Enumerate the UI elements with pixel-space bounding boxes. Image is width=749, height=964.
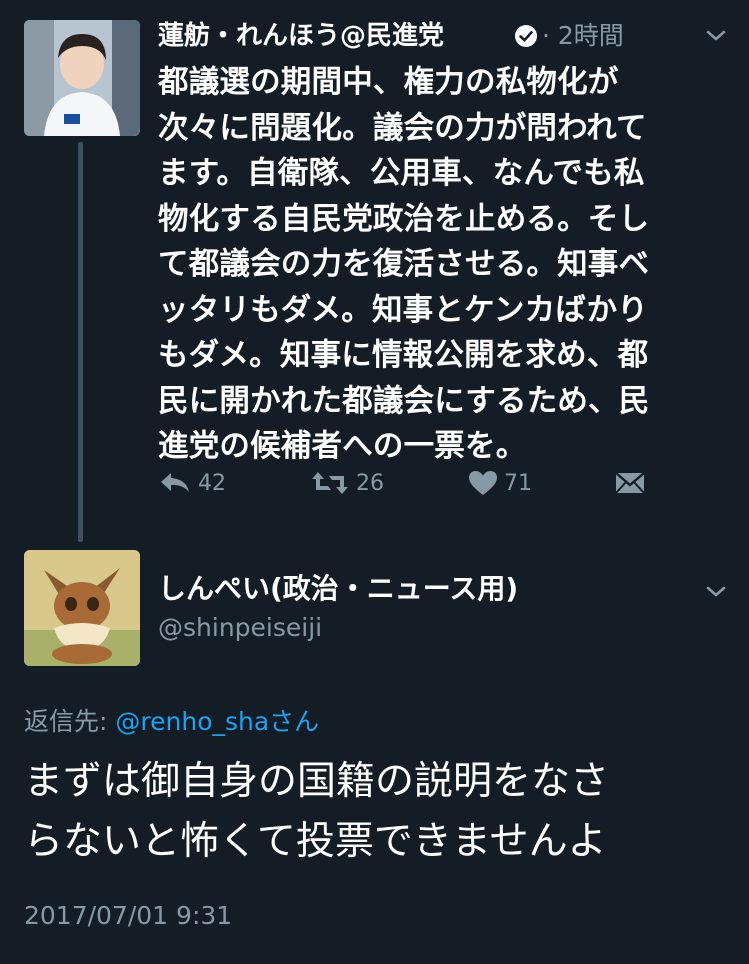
- direct-message-icon: [615, 472, 645, 494]
- avatar-photo: [24, 550, 140, 666]
- tweet-time[interactable]: · 2時間: [542, 20, 624, 52]
- avatar[interactable]: [24, 550, 140, 666]
- avatar[interactable]: [24, 20, 140, 136]
- chevron-down-icon[interactable]: [704, 28, 728, 44]
- reply-button[interactable]: 42: [158, 470, 226, 496]
- tweet-text: まずは御自身の国籍の説明をなさ らないと怖くて投票できませんよ: [24, 759, 610, 864]
- tweet-text: 都議選の期間中、権力の私物化が 次々に問題化。議会の力が問われて ます。自衛隊、…: [158, 65, 650, 464]
- tweet-datetime[interactable]: 2017/07/01 9:31: [24, 900, 232, 932]
- avatar-photo: [24, 20, 140, 136]
- reply-context: 返信先: @renho_shaさん: [24, 706, 319, 738]
- heart-icon: [469, 471, 497, 495]
- retweet-button[interactable]: 26: [310, 470, 384, 496]
- reply-count: 42: [198, 470, 226, 496]
- tweet-actions: 42 26 71: [158, 470, 698, 510]
- retweet-count: 26: [356, 470, 384, 496]
- reply-label: 返信先:: [24, 707, 108, 736]
- like-button[interactable]: 71: [468, 470, 532, 496]
- like-count: 71: [504, 470, 532, 496]
- thread-line: [78, 142, 83, 542]
- display-name[interactable]: しんぺい(政治・ニュース用): [158, 572, 518, 606]
- display-name[interactable]: 蓮舫・れんほう@民進党: [158, 20, 444, 52]
- chevron-down-icon[interactable]: [704, 584, 728, 600]
- user-handle[interactable]: @shinpeiseiji: [158, 613, 322, 643]
- direct-message-button[interactable]: [614, 470, 646, 496]
- retweet-icon: [312, 472, 348, 494]
- verified-icon: [515, 25, 537, 47]
- reply-icon: [161, 473, 189, 492]
- reply-mention-link[interactable]: @renho_shaさん: [115, 707, 319, 736]
